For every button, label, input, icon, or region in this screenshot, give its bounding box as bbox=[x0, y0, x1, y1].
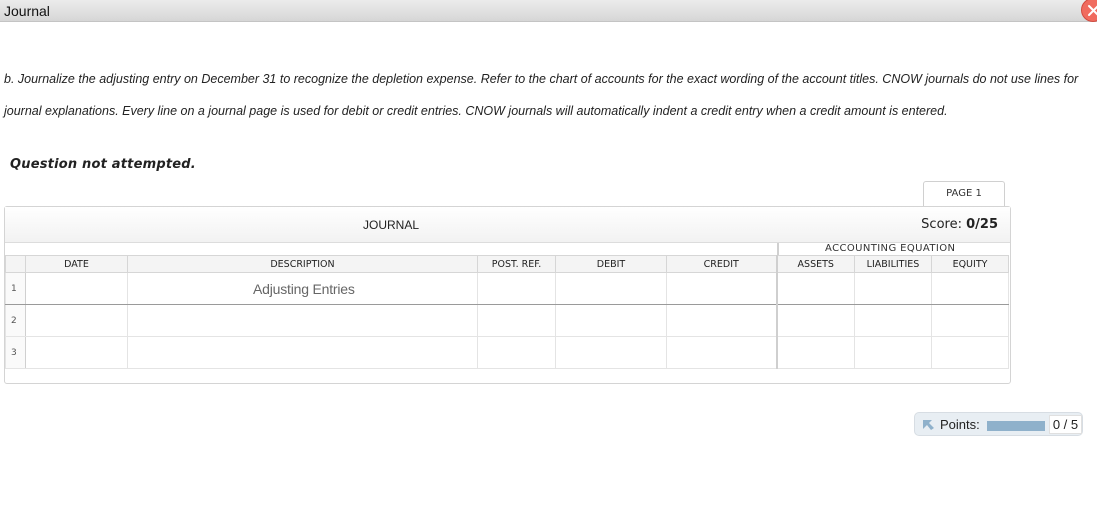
liabilities-cell[interactable] bbox=[854, 304, 932, 337]
points-value: 0 / 5 bbox=[1049, 415, 1082, 434]
column-header-post-ref: POST. REF. bbox=[477, 255, 556, 273]
score-label: Score: bbox=[921, 217, 967, 232]
journal-row: 2 bbox=[5, 304, 1009, 337]
points-progress-bar bbox=[987, 421, 1045, 431]
instructions-text: b. Journalize the adjusting entry on Dec… bbox=[4, 72, 1079, 118]
window-title: Journal bbox=[4, 3, 50, 19]
credit-cell[interactable] bbox=[666, 272, 777, 305]
post-ref-cell[interactable] bbox=[477, 304, 556, 337]
tab-page-1[interactable]: PAGE 1 bbox=[923, 181, 1005, 207]
journal-title: JOURNAL bbox=[363, 218, 420, 232]
row-number: 3 bbox=[5, 336, 26, 369]
journal-row: 3 bbox=[5, 336, 1009, 369]
column-header-assets: ASSETS bbox=[775, 255, 855, 273]
column-header-liabilities: LIABILITIES bbox=[854, 255, 932, 273]
accounting-equation-label: ACCOUNTING EQUATION bbox=[825, 243, 956, 254]
post-ref-cell[interactable] bbox=[477, 272, 556, 305]
assets-cell[interactable] bbox=[775, 336, 855, 369]
journal-panel: JOURNAL Score: 0/25 ACCOUNTING EQUATION … bbox=[4, 206, 1011, 384]
row-number: 1 bbox=[5, 272, 26, 305]
column-header-date: DATE bbox=[25, 255, 128, 273]
column-header-row: DATE DESCRIPTION POST. REF. DEBIT CREDIT… bbox=[5, 255, 1009, 273]
debit-cell[interactable] bbox=[555, 272, 667, 305]
column-header-description: DESCRIPTION bbox=[127, 255, 478, 273]
liabilities-cell[interactable] bbox=[854, 272, 932, 305]
column-header-debit: DEBIT bbox=[555, 255, 667, 273]
attempt-status: Question not attempted. bbox=[10, 157, 196, 172]
points-label: Points: bbox=[940, 417, 980, 432]
liabilities-cell[interactable] bbox=[854, 336, 932, 369]
equity-cell[interactable] bbox=[931, 336, 1009, 369]
date-cell[interactable] bbox=[25, 272, 128, 305]
credit-cell[interactable] bbox=[666, 304, 777, 337]
score-display: Score: 0/25 bbox=[921, 217, 998, 232]
row-number: 2 bbox=[5, 304, 26, 337]
window-titlebar: Journal bbox=[0, 0, 1097, 22]
journal-header: JOURNAL Score: 0/25 bbox=[5, 207, 1010, 243]
close-button[interactable] bbox=[1081, 0, 1097, 22]
post-ref-cell[interactable] bbox=[477, 336, 556, 369]
assets-cell[interactable] bbox=[775, 272, 855, 305]
close-icon bbox=[1088, 5, 1097, 16]
description-cell[interactable] bbox=[127, 304, 478, 337]
credit-cell[interactable] bbox=[666, 336, 777, 369]
journal-table: DATE DESCRIPTION POST. REF. DEBIT CREDIT… bbox=[5, 255, 1009, 369]
debit-cell[interactable] bbox=[555, 304, 667, 337]
points-widget[interactable]: Points: 0 / 5 bbox=[914, 412, 1083, 436]
date-cell[interactable] bbox=[25, 304, 128, 337]
assets-cell[interactable] bbox=[775, 304, 855, 337]
rownum-header bbox=[5, 255, 26, 273]
equity-cell[interactable] bbox=[931, 272, 1009, 305]
journal-row: 1 Adjusting Entries bbox=[5, 272, 1009, 305]
debit-cell[interactable] bbox=[555, 336, 667, 369]
column-header-credit: CREDIT bbox=[666, 255, 777, 273]
date-cell[interactable] bbox=[25, 336, 128, 369]
description-cell[interactable]: Adjusting Entries bbox=[127, 272, 478, 305]
arrow-up-left-icon bbox=[923, 420, 934, 430]
equity-cell[interactable] bbox=[931, 304, 1009, 337]
description-cell[interactable] bbox=[127, 336, 478, 369]
score-value: 0/25 bbox=[966, 217, 998, 232]
column-header-equity: EQUITY bbox=[931, 255, 1009, 273]
